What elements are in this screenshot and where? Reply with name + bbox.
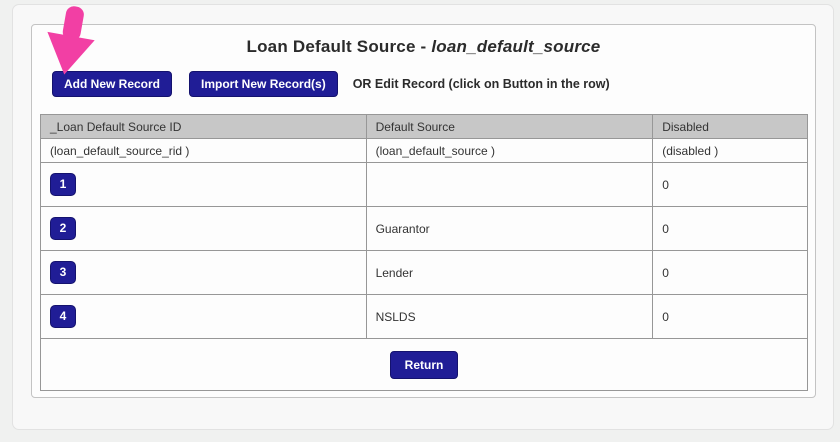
cell-disabled: 0 [652, 294, 808, 339]
cell-disabled: 0 [652, 206, 808, 251]
fieldname-disabled: (disabled ) [652, 138, 808, 163]
edit-record-2-button[interactable]: 2 [50, 217, 76, 240]
cell-disabled: 0 [652, 250, 808, 295]
add-new-record-button[interactable]: Add New Record [52, 71, 173, 97]
cell-default-source [365, 162, 654, 207]
cell-edit-button: 3 [40, 250, 367, 295]
cell-edit-button: 4 [40, 294, 367, 339]
edit-record-3-button[interactable]: 3 [50, 261, 76, 284]
edit-record-1-button[interactable]: 1 [50, 173, 76, 196]
fieldname-default-source: (loan_default_source ) [365, 138, 654, 163]
cell-default-source: Lender [365, 250, 654, 295]
column-header-disabled: Disabled [652, 114, 808, 139]
table-fieldname-row: (loan_default_source_rid ) (loan_default… [40, 138, 808, 163]
column-header-id: _Loan Default Source ID [40, 114, 367, 139]
edit-record-4-button[interactable]: 4 [50, 305, 76, 328]
page-title-table-name: loan_default_source [431, 37, 601, 56]
cell-disabled: 0 [652, 162, 808, 207]
table-row: 4 NSLDS 0 [40, 294, 808, 339]
table-header-row: _Loan Default Source ID Default Source D… [40, 114, 808, 139]
fieldname-id: (loan_default_source_rid ) [40, 138, 367, 163]
return-button[interactable]: Return [389, 350, 459, 379]
table-row: 1 0 [40, 162, 808, 207]
table-row: 3 Lender 0 [40, 250, 808, 295]
toolbar: Add New Record Import New Record(s) OR E… [52, 71, 807, 97]
edit-record-hint: OR Edit Record (click on Button in the r… [352, 77, 610, 91]
column-header-default-source: Default Source [365, 114, 654, 139]
content-panel: Loan Default Source - loan_default_sourc… [31, 24, 816, 398]
records-table: _Loan Default Source ID Default Source D… [40, 114, 808, 391]
cell-default-source: Guarantor [365, 206, 654, 251]
table-row: 2 Guarantor 0 [40, 206, 808, 251]
footer-cell: Return [40, 338, 808, 391]
cell-edit-button: 2 [40, 206, 367, 251]
outer-container: Loan Default Source - loan_default_sourc… [12, 4, 834, 430]
page-title-text: Loan Default Source - [246, 37, 432, 56]
page-title: Loan Default Source - loan_default_sourc… [40, 37, 807, 57]
cell-edit-button: 1 [40, 162, 367, 207]
cell-default-source: NSLDS [365, 294, 654, 339]
import-new-records-button[interactable]: Import New Record(s) [189, 71, 338, 97]
table-footer-row: Return [40, 338, 808, 391]
